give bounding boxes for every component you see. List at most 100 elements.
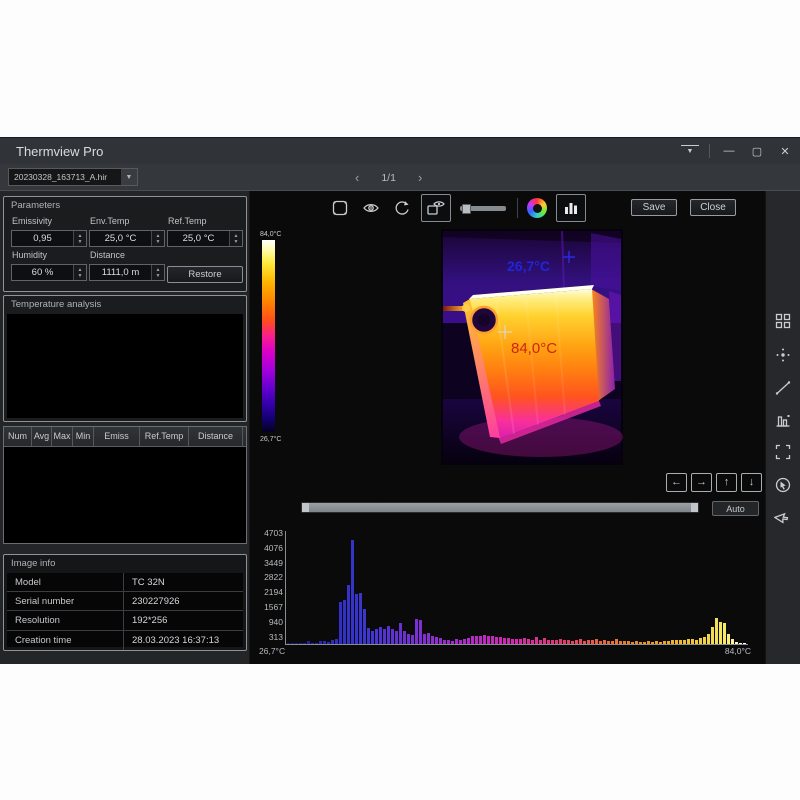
cursor-tool-button[interactable] <box>774 508 792 526</box>
histogram-bar <box>411 635 414 644</box>
slider-handle[interactable] <box>462 204 471 214</box>
show-markers-button[interactable] <box>359 196 383 220</box>
next-image-button[interactable]: › <box>418 170 422 185</box>
spot-icon <box>774 346 792 364</box>
histogram-bar <box>427 633 430 644</box>
spinner-down-icon[interactable]: ▼ <box>152 273 164 279</box>
spinner-arrows[interactable]: ▲▼ <box>229 231 242 246</box>
spinner-arrows[interactable]: ▲▼ <box>151 231 164 246</box>
histogram-ytick-label: 4703 <box>259 528 283 538</box>
spinner-down-icon[interactable]: ▼ <box>74 239 86 245</box>
spinner-down-icon[interactable]: ▼ <box>230 239 242 245</box>
histogram-bar <box>663 641 666 644</box>
histogram-bar <box>559 639 562 644</box>
histogram-bar <box>419 620 422 644</box>
spinner-down-icon[interactable]: ▼ <box>152 239 164 245</box>
distance-input[interactable]: 1111,0 m▲▼ <box>89 264 165 281</box>
histogram-bar <box>407 634 410 644</box>
thermal-image[interactable]: 26,7°C 84,0°C <box>441 229 623 465</box>
restore-button[interactable]: Restore <box>167 266 243 283</box>
histogram-bar <box>623 641 626 644</box>
prev-image-button[interactable]: ‹ <box>355 170 359 185</box>
save-button[interactable]: Save <box>631 199 677 216</box>
rotate-icon <box>393 199 411 217</box>
column-header-min[interactable]: Min <box>73 427 94 446</box>
spot-analysis-button[interactable] <box>774 346 792 364</box>
spinner-arrows[interactable]: ▲▼ <box>73 231 86 246</box>
grid-analysis-button[interactable] <box>774 312 792 330</box>
histogram-bar <box>495 637 498 644</box>
env-temp-label: Env.Temp <box>90 216 165 227</box>
line-analysis-button[interactable] <box>774 379 792 397</box>
histogram-bar <box>439 638 442 644</box>
app-window: Thermview Pro ▼ — ▢ ✕ 20230328_163713_A.… <box>0 137 800 663</box>
histogram-bar <box>371 631 374 644</box>
column-header-max[interactable]: Max <box>52 427 73 446</box>
ref-temp-input[interactable]: 25,0 °C▲▼ <box>167 230 243 247</box>
histogram-bar <box>327 642 330 644</box>
column-header-avg[interactable]: Avg <box>32 427 52 446</box>
emissivity-input[interactable]: 0,95▲▼ <box>11 230 87 247</box>
pan-down-button[interactable]: ↓ <box>741 473 762 492</box>
file-selector-dropdown[interactable]: 20230328_163713_A.hir ▼ <box>8 168 138 186</box>
column-header-distance[interactable]: Distance <box>189 427 243 446</box>
histogram-x-axis <box>285 644 748 645</box>
auto-scale-button[interactable]: Auto <box>712 501 759 516</box>
histogram-bar <box>355 594 358 644</box>
file-name: 20230328_163713_A.hir <box>9 172 121 182</box>
close-window-button[interactable]: ✕ <box>776 145 794 158</box>
pan-left-button[interactable]: ← <box>666 473 687 492</box>
histogram-bar <box>507 638 510 644</box>
image-info-table: ModelTC 32NSerial number230227926Resolut… <box>7 573 243 647</box>
param-field-ref-temp: Ref.Temp 25,0 °C▲▼ <box>167 213 243 247</box>
column-header-num[interactable]: Num <box>4 427 32 446</box>
histogram-ytick-label: 2194 <box>259 587 283 597</box>
column-header-emiss[interactable]: Emiss <box>94 427 140 446</box>
collapse-window-icon[interactable]: ▼ <box>681 145 699 157</box>
histogram-bar <box>331 640 334 644</box>
env-temp-input[interactable]: 25,0 °C▲▼ <box>89 230 165 247</box>
palette-button[interactable] <box>525 196 549 220</box>
histogram-bar <box>691 639 694 644</box>
column-header-h[interactable]: H <box>243 427 246 446</box>
histogram-bars <box>287 532 747 644</box>
fullscreen-button[interactable] <box>774 443 792 461</box>
histogram-bar <box>631 642 634 644</box>
rotate-image-button[interactable] <box>390 196 414 220</box>
right-toolbar <box>765 191 800 664</box>
close-button[interactable]: Close <box>690 199 736 216</box>
ref-temp-label: Ref.Temp <box>168 216 243 227</box>
histogram-bar <box>715 618 718 644</box>
column-header-ref-temp[interactable]: Ref.Temp <box>140 427 189 446</box>
histogram-bar <box>491 636 494 644</box>
histogram-bar <box>571 641 574 644</box>
overlay-view-button[interactable] <box>421 194 451 222</box>
region-select-button[interactable] <box>328 196 352 220</box>
info-label: Resolution <box>7 611 123 629</box>
minimize-button[interactable]: — <box>720 145 738 157</box>
pan-right-button[interactable]: → <box>691 473 712 492</box>
temperature-range-slider[interactable] <box>301 502 699 513</box>
blend-slider[interactable] <box>458 196 510 220</box>
histogram-bar <box>659 642 662 644</box>
select-in-circle-button[interactable] <box>774 476 792 494</box>
histogram-bar <box>627 641 630 644</box>
chevron-down-icon[interactable]: ▼ <box>121 169 137 185</box>
humidity-label: Humidity <box>12 250 87 261</box>
pan-up-button[interactable]: ↑ <box>716 473 737 492</box>
maximize-button[interactable]: ▢ <box>748 145 766 158</box>
histogram-bar <box>451 641 454 644</box>
spinner-down-icon[interactable]: ▼ <box>74 273 86 279</box>
spinner-arrows[interactable]: ▲▼ <box>73 265 86 280</box>
histogram-bar <box>303 643 306 644</box>
histogram-toggle-button[interactable] <box>556 194 586 222</box>
chart-analysis-button[interactable] <box>774 411 792 429</box>
histogram-bar <box>647 641 650 644</box>
title-bar: Thermview Pro ▼ — ▢ ✕ <box>0 138 800 164</box>
info-label: Serial number <box>7 592 123 610</box>
histogram-bar <box>635 641 638 644</box>
histogram-bar <box>671 640 674 644</box>
humidity-input[interactable]: 60 %▲▼ <box>11 264 87 281</box>
histogram-bar <box>519 639 522 644</box>
spinner-arrows[interactable]: ▲▼ <box>151 265 164 280</box>
